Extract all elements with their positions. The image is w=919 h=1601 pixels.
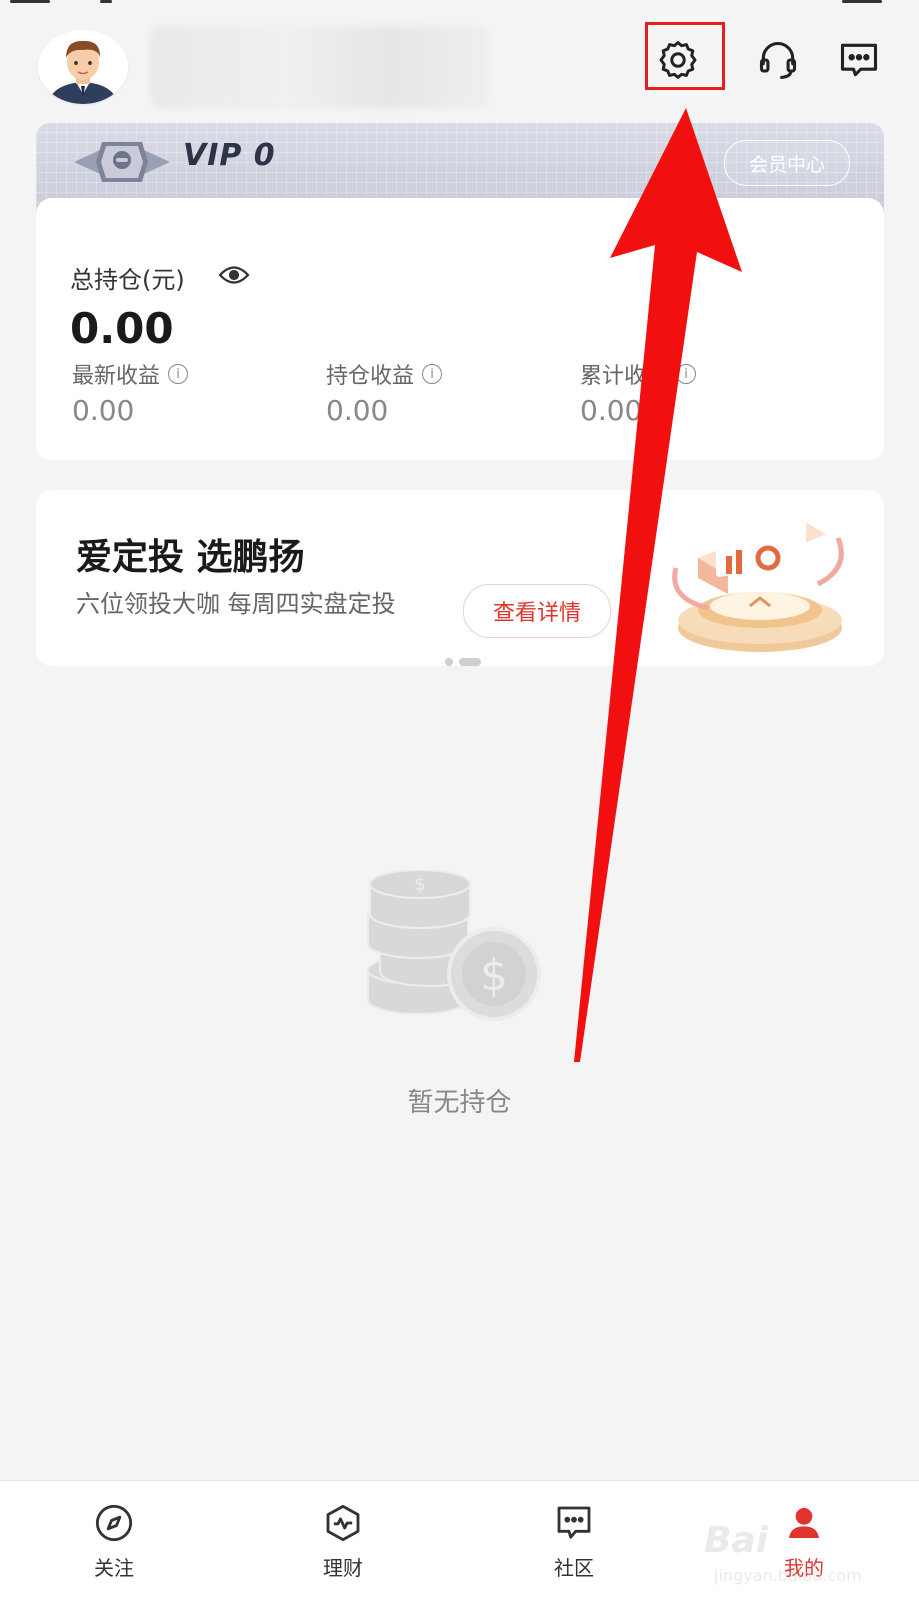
svg-text:$: $ [480,950,508,1001]
info-icon[interactable]: i [168,364,189,384]
status-bar [0,0,919,6]
promo-subtitle: 六位领投大咖 每周四实盘定投 [76,590,396,618]
vip-level: VIP 0 [183,138,276,173]
tab-follow[interactable]: 关注 [54,1500,174,1581]
carousel-dot [445,658,453,666]
watermark-brand: Bai [704,1520,769,1561]
compass-icon [54,1500,174,1546]
info-icon[interactable]: i [676,364,697,384]
annotation-highlight-box [645,22,725,90]
tab-label: 社区 [554,1556,594,1580]
headset-icon[interactable] [748,30,808,90]
tab-community[interactable]: 社区 [514,1500,634,1581]
promo-title: 爱定投 选鹏扬 [76,537,305,578]
total-holdings-label: 总持仓(元) [70,266,185,294]
stat-latest-label[interactable]: 最新收益 i [72,358,189,390]
empty-state-text: 暂无持仓 [407,1088,512,1118]
stat-cumulative-label[interactable]: 累计收益 i [580,358,697,390]
vip-badge-icon [72,136,172,188]
carousel-indicator [445,658,481,666]
member-center-button[interactable]: 会员中心 [724,140,850,186]
stat-cumulative-value: 0.00 [580,394,643,427]
tab-wealth[interactable]: 理财 [283,1500,403,1581]
avatar[interactable] [38,30,128,104]
stat-latest-value: 0.00 [72,394,135,427]
pulse-icon [283,1500,403,1546]
chat-icon [514,1500,634,1546]
empty-coins-illustration: $ $ [360,869,550,1040]
stat-holding-value: 0.00 [326,394,389,427]
eye-icon[interactable] [218,264,250,290]
stat-holding-label[interactable]: 持仓收益 i [326,358,443,390]
promo-illustration [668,498,848,658]
watermark: Bai jingyan.baidu.com [704,1500,884,1590]
username-blurred [150,26,490,108]
view-details-button[interactable]: 查看详情 [463,584,611,638]
total-holdings-value: 0.00 [70,304,174,353]
tab-label: 理财 [323,1556,363,1580]
info-icon[interactable]: i [422,364,443,384]
tab-label: 关注 [94,1556,134,1580]
message-icon[interactable] [829,30,889,90]
watermark-url: jingyan.baidu.com [714,1566,862,1585]
carousel-dot-active [459,658,481,666]
svg-text:$: $ [414,874,425,895]
